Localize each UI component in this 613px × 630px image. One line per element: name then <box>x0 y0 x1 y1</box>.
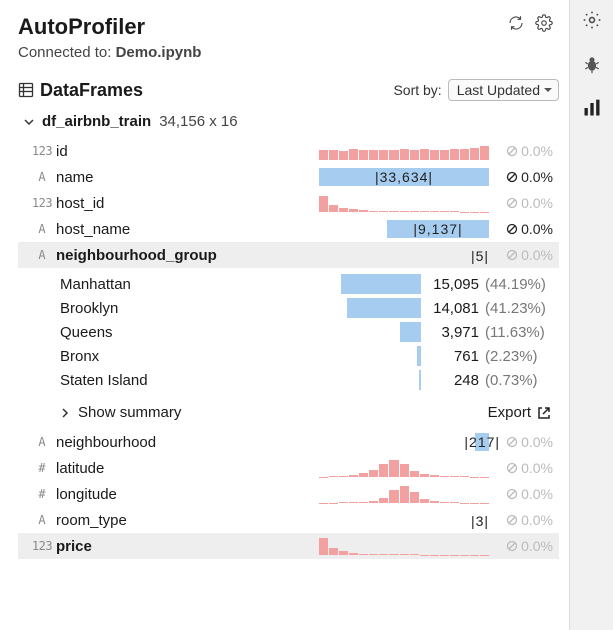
null-pct: 0.0% <box>489 221 559 237</box>
sort-select[interactable]: Last Updated <box>448 79 559 101</box>
value-bar <box>417 346 421 366</box>
column-type: # <box>28 461 56 475</box>
column-type: 123 <box>28 144 56 158</box>
null-pct: 0.0% <box>489 486 559 502</box>
column-type: A <box>28 513 56 527</box>
value-bar <box>419 370 421 390</box>
column-row[interactable]: # latitude 0.0% <box>18 455 559 481</box>
bug-tab-icon[interactable] <box>582 54 602 74</box>
gear-icon[interactable] <box>535 14 553 32</box>
column-type: # <box>28 487 56 501</box>
value-label: Bronx <box>60 348 341 365</box>
value-count: 3,971 <box>425 324 485 341</box>
column-row[interactable]: 123 host_id 0.0% <box>18 190 559 216</box>
value-count: 248 <box>425 372 485 389</box>
value-row[interactable]: Bronx 761 (2.23%) <box>60 344 559 368</box>
column-name: neighbourhood_group <box>56 247 319 264</box>
right-sidebar <box>569 0 613 630</box>
value-pct: (44.19%) <box>485 276 559 293</box>
null-pct: 0.0% <box>489 460 559 476</box>
value-label: Queens <box>60 324 341 341</box>
value-pct: (0.73%) <box>485 372 559 389</box>
column-name: longitude <box>56 486 319 503</box>
column-type: A <box>28 222 56 236</box>
value-label: Brooklyn <box>60 300 341 317</box>
value-count: 761 <box>425 348 485 365</box>
value-bar <box>400 322 421 342</box>
value-row[interactable]: Manhattan 15,095 (44.19%) <box>60 272 559 296</box>
value-pct: (41.23%) <box>485 300 559 317</box>
dataframe-icon <box>18 82 34 98</box>
external-link-icon <box>537 406 551 420</box>
column-row[interactable]: # longitude 0.0% <box>18 481 559 507</box>
column-row[interactable]: 123 price 0.0% <box>18 533 559 559</box>
value-count: 15,095 <box>425 276 485 293</box>
section-title: DataFrames <box>18 80 143 101</box>
dataframe-shape: 34,156 x 16 <box>159 113 237 130</box>
null-pct: 0.0% <box>489 247 559 263</box>
chevron-down-icon <box>24 117 34 127</box>
value-row[interactable]: Queens 3,971 (11.63%) <box>60 320 559 344</box>
column-type: A <box>28 435 56 449</box>
column-name: neighbourhood <box>56 434 319 451</box>
column-name: price <box>56 538 319 555</box>
column-type: 123 <box>28 196 56 210</box>
column-name: host_id <box>56 195 319 212</box>
column-name: room_type <box>56 512 319 529</box>
null-pct: 0.0% <box>489 169 559 185</box>
column-row[interactable]: A neighbourhood_group |5| 0.0% <box>18 242 559 268</box>
value-row[interactable]: Brooklyn 14,081 (41.23%) <box>60 296 559 320</box>
value-pct: (2.23%) <box>485 348 559 365</box>
column-row[interactable]: A room_type |3| 0.0% <box>18 507 559 533</box>
settings-tab-icon[interactable] <box>582 10 602 30</box>
column-name: host_name <box>56 221 319 238</box>
null-pct: 0.0% <box>489 143 559 159</box>
column-type: A <box>28 170 56 184</box>
value-row[interactable]: Staten Island 248 (0.73%) <box>60 368 559 392</box>
column-name: name <box>56 169 319 186</box>
sort-label: Sort by: <box>393 82 441 98</box>
column-row[interactable]: A neighbourhood |217| 0.0% <box>18 429 559 455</box>
null-pct: 0.0% <box>489 512 559 528</box>
column-name: latitude <box>56 460 319 477</box>
chevron-right-icon <box>60 408 70 418</box>
value-count: 14,081 <box>425 300 485 317</box>
app-title: AutoProfiler <box>18 14 145 40</box>
refresh-icon[interactable] <box>507 14 525 32</box>
show-summary-button[interactable]: Show summary <box>60 404 181 421</box>
dataframe-row[interactable]: df_airbnb_train 34,156 x 16 <box>18 111 559 138</box>
value-label: Staten Island <box>60 372 341 389</box>
value-bar <box>347 298 421 318</box>
column-type: 123 <box>28 539 56 553</box>
value-bar <box>341 274 421 294</box>
dataframe-name: df_airbnb_train <box>42 113 151 130</box>
chart-tab-icon[interactable] <box>582 98 602 118</box>
column-type: A <box>28 248 56 262</box>
value-label: Manhattan <box>60 276 341 293</box>
connection-status: Connected to: Demo.ipynb <box>18 44 559 61</box>
export-button[interactable]: Export <box>488 404 551 421</box>
value-pct: (11.63%) <box>485 324 559 341</box>
null-pct: 0.0% <box>489 538 559 554</box>
null-pct: 0.0% <box>489 195 559 211</box>
column-row[interactable]: A name |33,634| 0.0% <box>18 164 559 190</box>
column-name: id <box>56 143 319 160</box>
column-row[interactable]: 123 id 0.0% <box>18 138 559 164</box>
column-row[interactable]: A host_name |9,137| 0.0% <box>18 216 559 242</box>
